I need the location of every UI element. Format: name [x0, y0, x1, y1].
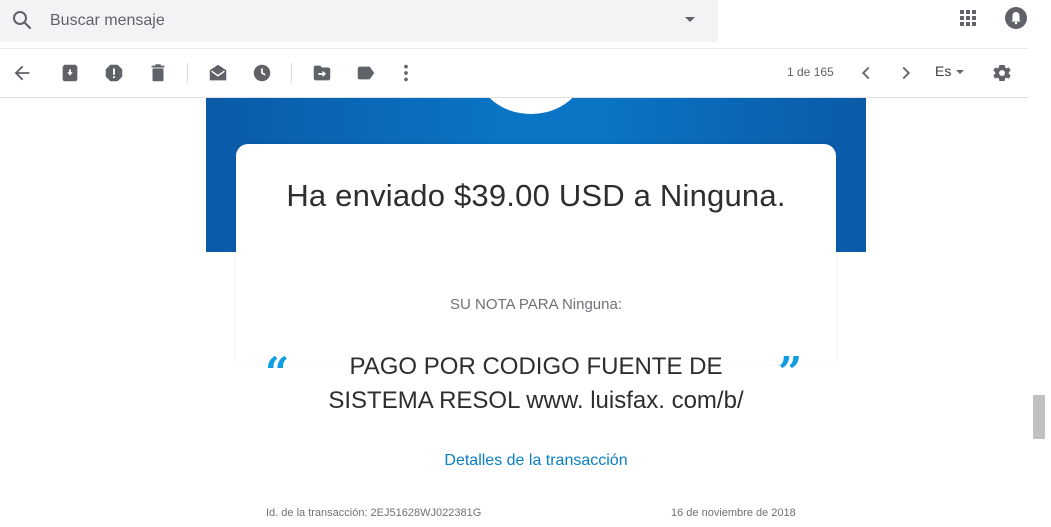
top-bar [0, 0, 1051, 48]
back-icon[interactable] [11, 62, 33, 84]
open-quote-icon: “ [265, 348, 290, 397]
scrollbar-track[interactable] [1028, 0, 1051, 527]
snooze-icon[interactable] [251, 62, 273, 84]
transaction-date: 16 de noviembre de 2018 [671, 507, 796, 519]
banner-logo-circle [478, 98, 584, 114]
toolbar-separator [291, 63, 292, 83]
email-card [236, 144, 836, 364]
archive-icon[interactable] [59, 62, 81, 84]
toolbar-separator [187, 63, 188, 83]
payment-headline: Ha enviado $39.00 USD a Ninguna. [286, 178, 786, 213]
settings-icon[interactable] [991, 62, 1013, 84]
language-label: Es [935, 63, 952, 79]
report-spam-icon[interactable] [103, 62, 125, 84]
more-icon[interactable] [395, 62, 417, 84]
message-toolbar: 1 de 165 Es [0, 49, 1028, 98]
search-icon[interactable] [10, 8, 34, 32]
note-text: PAGO POR CODIGO FUENTE DE SISTEMA RESOL … [328, 353, 744, 414]
scrollbar-thumb[interactable] [1033, 395, 1045, 439]
close-quote-icon: ” [778, 348, 803, 397]
apps-icon[interactable] [956, 6, 980, 30]
move-to-icon[interactable] [311, 62, 333, 84]
caret-down-icon [956, 70, 965, 75]
search-input[interactable] [48, 6, 652, 36]
input-language-selector[interactable]: Es [935, 63, 965, 79]
search-box[interactable] [0, 0, 718, 42]
delete-icon[interactable] [147, 62, 169, 84]
transaction-details-link[interactable]: Detalles de la transacción [206, 452, 866, 470]
next-icon[interactable] [895, 62, 917, 84]
label-icon[interactable] [355, 62, 377, 84]
prev-icon[interactable] [855, 62, 877, 84]
notifications-icon[interactable] [1004, 6, 1028, 30]
transaction-id: Id. de la transacción: 2EJ51628WJ022381G [266, 507, 482, 519]
search-options-dropdown-icon[interactable] [680, 9, 700, 29]
note-label: SU NOTA PARA Ninguna: [449, 296, 623, 313]
message-count: 1 de 165 [787, 65, 834, 79]
mark-unread-icon[interactable] [207, 62, 229, 84]
